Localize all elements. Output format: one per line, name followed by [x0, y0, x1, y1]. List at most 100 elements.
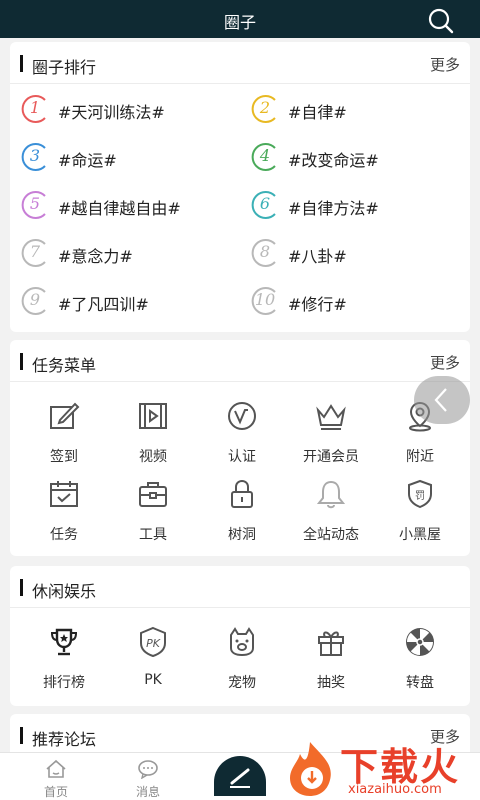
top-bar: 圈子	[0, 0, 480, 38]
ranking-more-link[interactable]: 更多	[430, 54, 460, 75]
chevron-left-icon	[434, 388, 447, 412]
rank-number: 6	[259, 194, 271, 213]
rank-badge: 1	[18, 93, 50, 125]
tasks-label: 工具	[139, 527, 167, 543]
flame-logo-icon	[290, 742, 331, 796]
ranking-item[interactable]: 6 #自律方法#	[240, 184, 460, 228]
toolbox-icon	[137, 478, 169, 510]
rank-number: 10	[254, 290, 276, 309]
rank-number: 9	[29, 290, 41, 309]
ranking-item[interactable]: 8 #八卦#	[240, 232, 460, 276]
ranking-item[interactable]: 7 #意念力#	[10, 232, 230, 276]
rank-badge: 7	[18, 237, 50, 269]
ranking-label: #天河训练法#	[58, 103, 165, 122]
tasks-item[interactable]: 工具	[107, 478, 199, 550]
tasks-item[interactable]: 认证	[196, 400, 288, 472]
leisure-card: 休闲娱乐 排行榜 PK PK 宠物 抽奖 转盘	[10, 566, 470, 706]
tab-home[interactable]: 首页	[26, 757, 86, 799]
tasks-item[interactable]: 任务	[18, 478, 110, 550]
penalty-shield-icon: 罚	[404, 478, 436, 510]
trophy-icon	[48, 626, 80, 658]
tab-messages-label: 消息	[135, 785, 160, 799]
ranking-item[interactable]: 5 #越自律越自由#	[10, 184, 230, 228]
watermark: 下载火 xiazaihuo.com	[282, 734, 480, 800]
task-grid: 签到 视频 认证 开通会员 附近 任务 工具 树洞 全站动态罚 小黑屋	[10, 400, 470, 550]
section-marker	[20, 727, 23, 744]
pk-icon: PK	[137, 626, 169, 658]
rank-number: 1	[29, 98, 41, 117]
ranking-item[interactable]: 9 #了凡四训#	[10, 280, 230, 324]
task-card: 任务菜单 更多 签到 视频 认证 开通会员 附近 任务 工具 树洞 全站动态罚 …	[10, 340, 470, 556]
ranking-title: 圈子排行	[32, 58, 97, 77]
tasks-label: 任务	[50, 527, 78, 543]
ranking-card: 圈子排行 更多 1 #天河训练法# 2 #自律# 3 #命运# 4 #改变命运#…	[10, 42, 470, 332]
rank-badge: 4	[248, 141, 280, 173]
forum-title: 推荐论坛	[32, 730, 97, 749]
ranking-label: #命运#	[58, 151, 117, 170]
leisure-label: 抽奖	[317, 675, 345, 691]
rank-badge: 8	[248, 237, 280, 269]
ranking-label: #越自律越自由#	[58, 199, 181, 218]
ranking-header: 圈子排行 更多	[10, 42, 470, 84]
ranking-label: #修行#	[288, 295, 347, 314]
gift-icon	[315, 626, 347, 658]
tab-messages[interactable]: 消息	[118, 757, 178, 799]
svg-text:罚: 罚	[415, 490, 425, 502]
rank-number: 7	[29, 242, 41, 261]
tasks-item[interactable]: 树洞	[196, 478, 288, 550]
task-more-link[interactable]: 更多	[430, 352, 460, 373]
ranking-label: #改变命运#	[288, 151, 379, 170]
rank-number: 4	[259, 146, 271, 165]
ranking-item[interactable]: 10 #修行#	[240, 280, 460, 324]
rank-number: 5	[29, 194, 41, 213]
tasks-item[interactable]: 全站动态	[285, 478, 377, 550]
tasks-item[interactable]: 视频	[107, 400, 199, 472]
tasks-label: 附近	[406, 449, 434, 465]
leisure-item[interactable]: 转盘	[374, 626, 466, 698]
rank-badge: 6	[248, 189, 280, 221]
task-header: 任务菜单 更多	[10, 340, 470, 382]
tab-home-label: 首页	[43, 785, 68, 799]
ranking-item[interactable]: 2 #自律#	[240, 88, 460, 132]
page-title: 圈子	[223, 13, 256, 32]
tasks-item[interactable]: 罚 小黑屋	[374, 478, 466, 550]
tasks-label: 认证	[228, 449, 256, 465]
verify-icon	[226, 400, 258, 432]
rank-number: 8	[259, 242, 271, 261]
tasks-item[interactable]: 签到	[18, 400, 110, 472]
ranking-item[interactable]: 3 #命运#	[10, 136, 230, 180]
leisure-header: 休闲娱乐	[10, 566, 470, 608]
wheel-icon	[404, 626, 436, 658]
rank-number: 2	[259, 98, 271, 117]
leisure-item[interactable]: 抽奖	[285, 626, 377, 698]
lock-icon	[226, 478, 258, 510]
ranking-item[interactable]: 4 #改变命运#	[240, 136, 460, 180]
ranking-item[interactable]: 1 #天河训练法#	[10, 88, 230, 132]
tasks-item[interactable]: 开通会员	[285, 400, 377, 472]
leisure-item[interactable]: 排行榜	[18, 626, 110, 698]
section-marker	[20, 579, 23, 596]
ranking-label: #自律#	[288, 103, 347, 122]
calendar-check-icon	[48, 478, 80, 510]
ranking-label: #了凡四训#	[58, 295, 149, 314]
crown-icon	[315, 400, 347, 432]
leisure-title: 休闲娱乐	[32, 582, 97, 601]
watermark-url: xiazaihuo.com	[348, 782, 442, 797]
section-marker	[20, 353, 23, 370]
leisure-item[interactable]: PK PK	[107, 626, 199, 698]
video-icon	[137, 400, 169, 432]
floating-back-button[interactable]	[414, 376, 470, 424]
ranking-label: #自律方法#	[288, 199, 379, 218]
ranking-label: #八卦#	[288, 247, 347, 266]
ranking-label: #意念力#	[58, 247, 133, 266]
home-icon	[46, 759, 66, 778]
svg-text:PK: PK	[146, 637, 161, 650]
pet-icon	[226, 626, 258, 658]
task-title: 任务菜单	[32, 356, 97, 375]
section-marker	[20, 55, 23, 72]
search-icon[interactable]	[426, 6, 454, 34]
leisure-item[interactable]: 宠物	[196, 626, 288, 698]
pencil-icon	[230, 768, 250, 788]
rank-badge: 2	[248, 93, 280, 125]
leisure-grid: 排行榜 PK PK 宠物 抽奖 转盘	[10, 626, 470, 702]
